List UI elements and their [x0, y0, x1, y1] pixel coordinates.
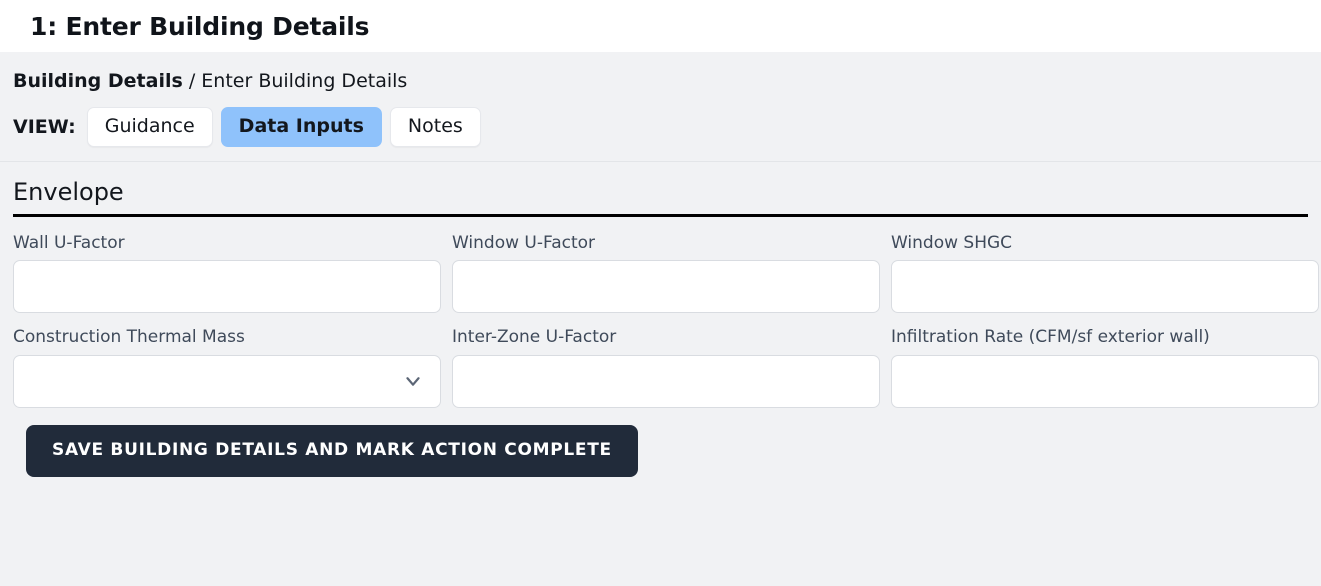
- field-label-inter-zone-u-factor: Inter-Zone U-Factor: [452, 327, 617, 348]
- window-u-factor-input[interactable]: [452, 260, 880, 314]
- section-divider: [13, 214, 1308, 218]
- view-switcher: VIEW: Guidance Data Inputs Notes: [0, 94, 1321, 147]
- tab-guidance[interactable]: Guidance: [86, 106, 213, 147]
- page-title: 1: Enter Building Details: [30, 11, 370, 41]
- title-bar: 1: Enter Building Details: [0, 0, 1321, 52]
- save-building-details-button[interactable]: SAVE BUILDING DETAILS AND MARK ACTION CO…: [26, 424, 638, 477]
- field-label-wall-u-factor: Wall U-Factor: [13, 233, 125, 254]
- infiltration-rate-input[interactable]: [891, 354, 1319, 408]
- field-control-construction-thermal-mass: [13, 354, 441, 408]
- field-control-window-u-factor: [452, 260, 880, 314]
- breadcrumb-separator: /: [182, 70, 202, 92]
- field-construction-thermal-mass: Construction Thermal Mass: [13, 327, 441, 419]
- field-label-window-shgc: Window SHGC: [891, 233, 1013, 254]
- form-content: Envelope Wall U-Factor Window U-Factor W…: [0, 162, 1321, 477]
- field-label-construction-thermal-mass: Construction Thermal Mass: [13, 327, 245, 348]
- inter-zone-u-factor-input[interactable]: [452, 354, 880, 408]
- breadcrumb-and-view-band: Building Details / Enter Building Detail…: [0, 52, 1321, 162]
- construction-thermal-mass-select[interactable]: [13, 354, 441, 408]
- field-wall-u-factor: Wall U-Factor: [13, 233, 441, 325]
- form-actions: SAVE BUILDING DETAILS AND MARK ACTION CO…: [13, 420, 1308, 477]
- tab-data-inputs[interactable]: Data Inputs: [220, 106, 382, 147]
- view-switcher-label: VIEW:: [13, 115, 76, 138]
- section-title-envelope: Envelope: [13, 177, 124, 206]
- wall-u-factor-input[interactable]: [13, 260, 441, 314]
- field-control-inter-zone-u-factor: [452, 354, 880, 408]
- field-label-infiltration-rate: Infiltration Rate (CFM/sf exterior wall): [891, 327, 1210, 348]
- field-window-u-factor: Window U-Factor: [452, 233, 880, 325]
- field-inter-zone-u-factor: Inter-Zone U-Factor: [452, 327, 880, 419]
- field-window-shgc: Window SHGC: [891, 233, 1319, 325]
- envelope-section: Envelope Wall U-Factor Window U-Factor W…: [13, 162, 1319, 420]
- window-shgc-input[interactable]: [891, 260, 1319, 314]
- field-control-wall-u-factor: [13, 260, 441, 314]
- field-infiltration-rate: Infiltration Rate (CFM/sf exterior wall): [891, 327, 1319, 419]
- field-control-window-shgc: [891, 260, 1319, 314]
- field-label-window-u-factor: Window U-Factor: [452, 233, 596, 254]
- envelope-field-grid: Wall U-Factor Window U-Factor Window SHG…: [13, 233, 1319, 420]
- tab-notes[interactable]: Notes: [389, 106, 481, 147]
- breadcrumb: Building Details / Enter Building Detail…: [0, 52, 1321, 94]
- field-control-infiltration-rate: [891, 354, 1319, 408]
- breadcrumb-parent[interactable]: Building Details: [13, 70, 183, 92]
- breadcrumb-current: Enter Building Details: [201, 70, 408, 92]
